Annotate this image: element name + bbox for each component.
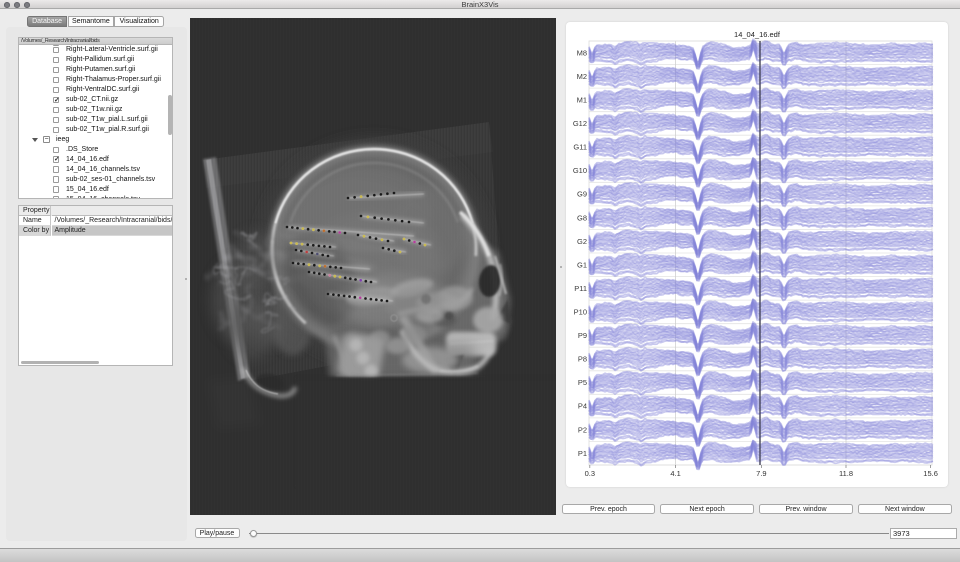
svg-text:P9: P9: [578, 331, 587, 340]
svg-text:4.1: 4.1: [670, 469, 680, 478]
svg-text:G11: G11: [573, 143, 587, 152]
svg-text:11.8: 11.8: [839, 469, 853, 478]
svg-text:P5: P5: [578, 378, 587, 387]
svg-text:G10: G10: [573, 166, 587, 175]
svg-text:7.9: 7.9: [756, 469, 766, 478]
svg-text:14_04_16.edf: 14_04_16.edf: [734, 30, 781, 39]
svg-text:15.6: 15.6: [923, 469, 938, 478]
svg-text:M2: M2: [577, 72, 587, 81]
svg-text:P8: P8: [578, 355, 587, 364]
svg-text:G12: G12: [573, 119, 587, 128]
svg-text:G2: G2: [577, 237, 587, 246]
svg-text:0.3: 0.3: [585, 469, 595, 478]
svg-text:P11: P11: [574, 284, 587, 293]
svg-text:G9: G9: [577, 190, 587, 199]
svg-text:M1: M1: [577, 96, 587, 105]
svg-text:P1: P1: [578, 449, 587, 458]
svg-text:P4: P4: [578, 402, 587, 411]
svg-text:M8: M8: [577, 48, 587, 57]
svg-text:G1: G1: [577, 260, 587, 269]
svg-text:P2: P2: [578, 425, 587, 434]
svg-text:G8: G8: [577, 213, 587, 222]
svg-text:P10: P10: [574, 308, 587, 317]
